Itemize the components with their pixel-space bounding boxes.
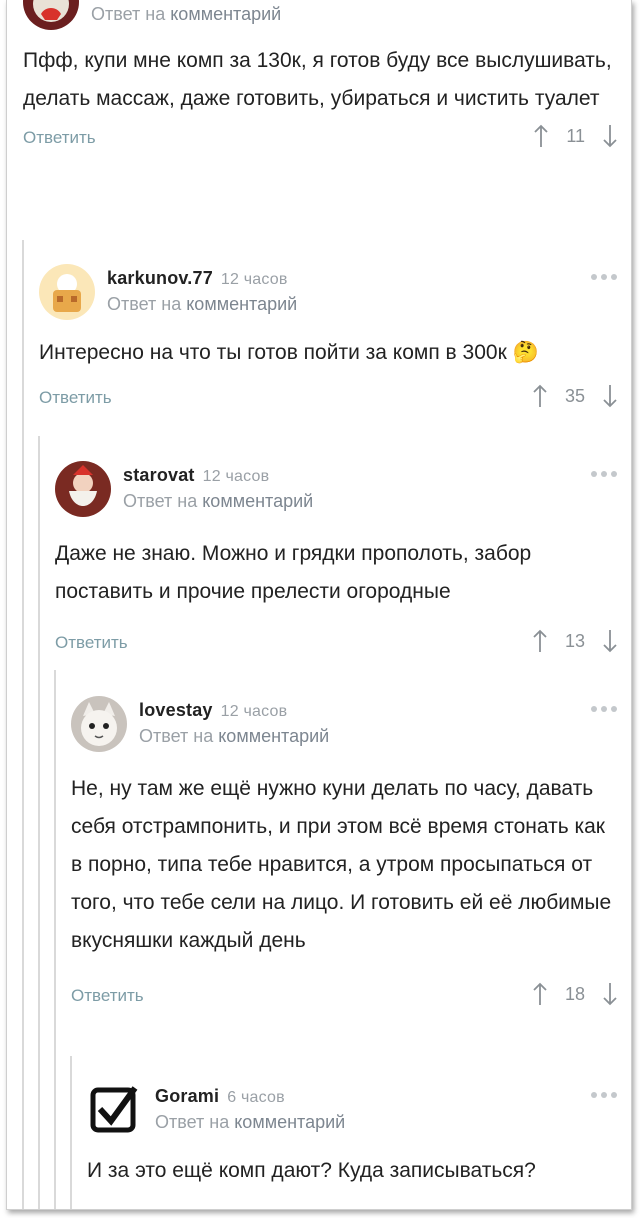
more-dots-icon[interactable] — [591, 471, 617, 477]
arrow-up-icon[interactable] — [533, 384, 547, 408]
comment: lovestay 12 часов Ответ на комментарий Не… — [71, 696, 631, 1016]
reply-button[interactable]: Ответить — [39, 388, 112, 408]
thread-line — [38, 436, 40, 1209]
comment-footer: Ответить 18 — [71, 982, 631, 1016]
comment-header: Ответ на комментарий — [23, 0, 631, 34]
avatar[interactable] — [55, 461, 111, 517]
vote-controls: 11 — [534, 124, 617, 148]
comment-header: starovat 12 часов Ответ на комментарий — [55, 461, 631, 521]
arrow-down-icon[interactable] — [603, 982, 617, 1006]
avatar[interactable] — [71, 696, 127, 752]
username[interactable]: Gorami 6 часов — [155, 1086, 285, 1107]
comment-text: И за это ещё комп дают? Куда записыватьс… — [87, 1159, 536, 1182]
arrow-down-icon[interactable] — [603, 384, 617, 408]
score: 13 — [564, 630, 585, 651]
thread-line — [70, 1056, 72, 1209]
avatar[interactable] — [23, 0, 79, 30]
score: 35 — [564, 385, 585, 406]
reply-to-label: Ответ на комментарий — [107, 294, 298, 314]
comment: karkunov.77 12 часов Ответ на комментарий… — [39, 264, 631, 418]
reply-target-link[interactable]: комментарий — [186, 294, 297, 314]
arrow-down-icon[interactable] — [603, 124, 617, 148]
username[interactable]: lovestay 12 часов — [139, 700, 287, 721]
comment-footer: Ответить 35 — [39, 384, 631, 418]
comment-text: Пфф, купи мне комп за 130к, я готов буду… — [23, 49, 612, 110]
reply-target-link[interactable]: комментарий — [234, 1112, 345, 1132]
comment: Ответ на комментарий Пфф, купи мне комп … — [23, 0, 631, 158]
more-dots-icon[interactable] — [591, 274, 617, 280]
reply-to-label: Ответ на комментарий — [123, 491, 314, 511]
username[interactable]: starovat 12 часов — [123, 465, 269, 486]
score: 11 — [566, 125, 585, 146]
arrow-up-icon[interactable] — [533, 982, 547, 1006]
avatar[interactable] — [39, 264, 95, 320]
reply-to-label: Ответ на комментарий — [91, 4, 282, 24]
comment-time: 12 часов — [220, 703, 288, 720]
more-dots-icon[interactable] — [591, 1092, 617, 1098]
vote-controls: 13 — [533, 629, 617, 653]
vote-controls: 18 — [533, 982, 617, 1006]
comment-text: Даже не знаю. Можно и грядки прополоть, … — [55, 542, 532, 603]
thread-line — [54, 670, 56, 1209]
score: 18 — [564, 983, 585, 1004]
comment-time: 12 часов — [202, 468, 270, 485]
reply-to-label: Ответ на комментарий — [155, 1112, 346, 1132]
comment-time: 6 часов — [227, 1089, 285, 1106]
comment: Gorami 6 часов Ответ на комментарий И за … — [87, 1082, 631, 1190]
comment-text: Не, ну там же ещё нужно куни делать по ч… — [71, 777, 612, 952]
thread-line — [22, 240, 24, 1209]
reply-to-label: Ответ на комментарий — [139, 726, 330, 746]
reply-button[interactable]: Ответить — [55, 633, 128, 653]
comment-footer: Ответить 11 — [23, 124, 631, 158]
checkbox-logo-icon[interactable] — [87, 1082, 143, 1138]
comment-time: 12 часов — [220, 271, 288, 288]
comment: starovat 12 часов Ответ на комментарий Да… — [55, 461, 631, 663]
comment-footer: Ответить 13 — [55, 629, 631, 663]
reply-button[interactable]: Ответить — [23, 128, 96, 148]
arrow-down-icon[interactable] — [603, 629, 617, 653]
more-dots-icon[interactable] — [591, 706, 617, 712]
reply-button[interactable]: Ответить — [71, 986, 144, 1006]
reply-target-link[interactable]: комментарий — [218, 726, 329, 746]
comment-text: Интересно на что ты готов пойти за комп … — [39, 341, 539, 364]
reply-target-link[interactable]: комментарий — [170, 4, 281, 24]
comment-header: Gorami 6 часов Ответ на комментарий — [87, 1082, 631, 1142]
comments-panel: Ответ на комментарий Пфф, купи мне комп … — [6, 0, 632, 1210]
vote-controls: 35 — [533, 384, 617, 408]
username[interactable]: karkunov.77 12 часов — [107, 268, 288, 289]
reply-target-link[interactable]: комментарий — [202, 491, 313, 511]
arrow-up-icon[interactable] — [534, 124, 548, 148]
comment-header: lovestay 12 часов Ответ на комментарий — [71, 696, 631, 756]
comment-header: karkunov.77 12 часов Ответ на комментарий — [39, 264, 631, 324]
arrow-up-icon[interactable] — [533, 629, 547, 653]
